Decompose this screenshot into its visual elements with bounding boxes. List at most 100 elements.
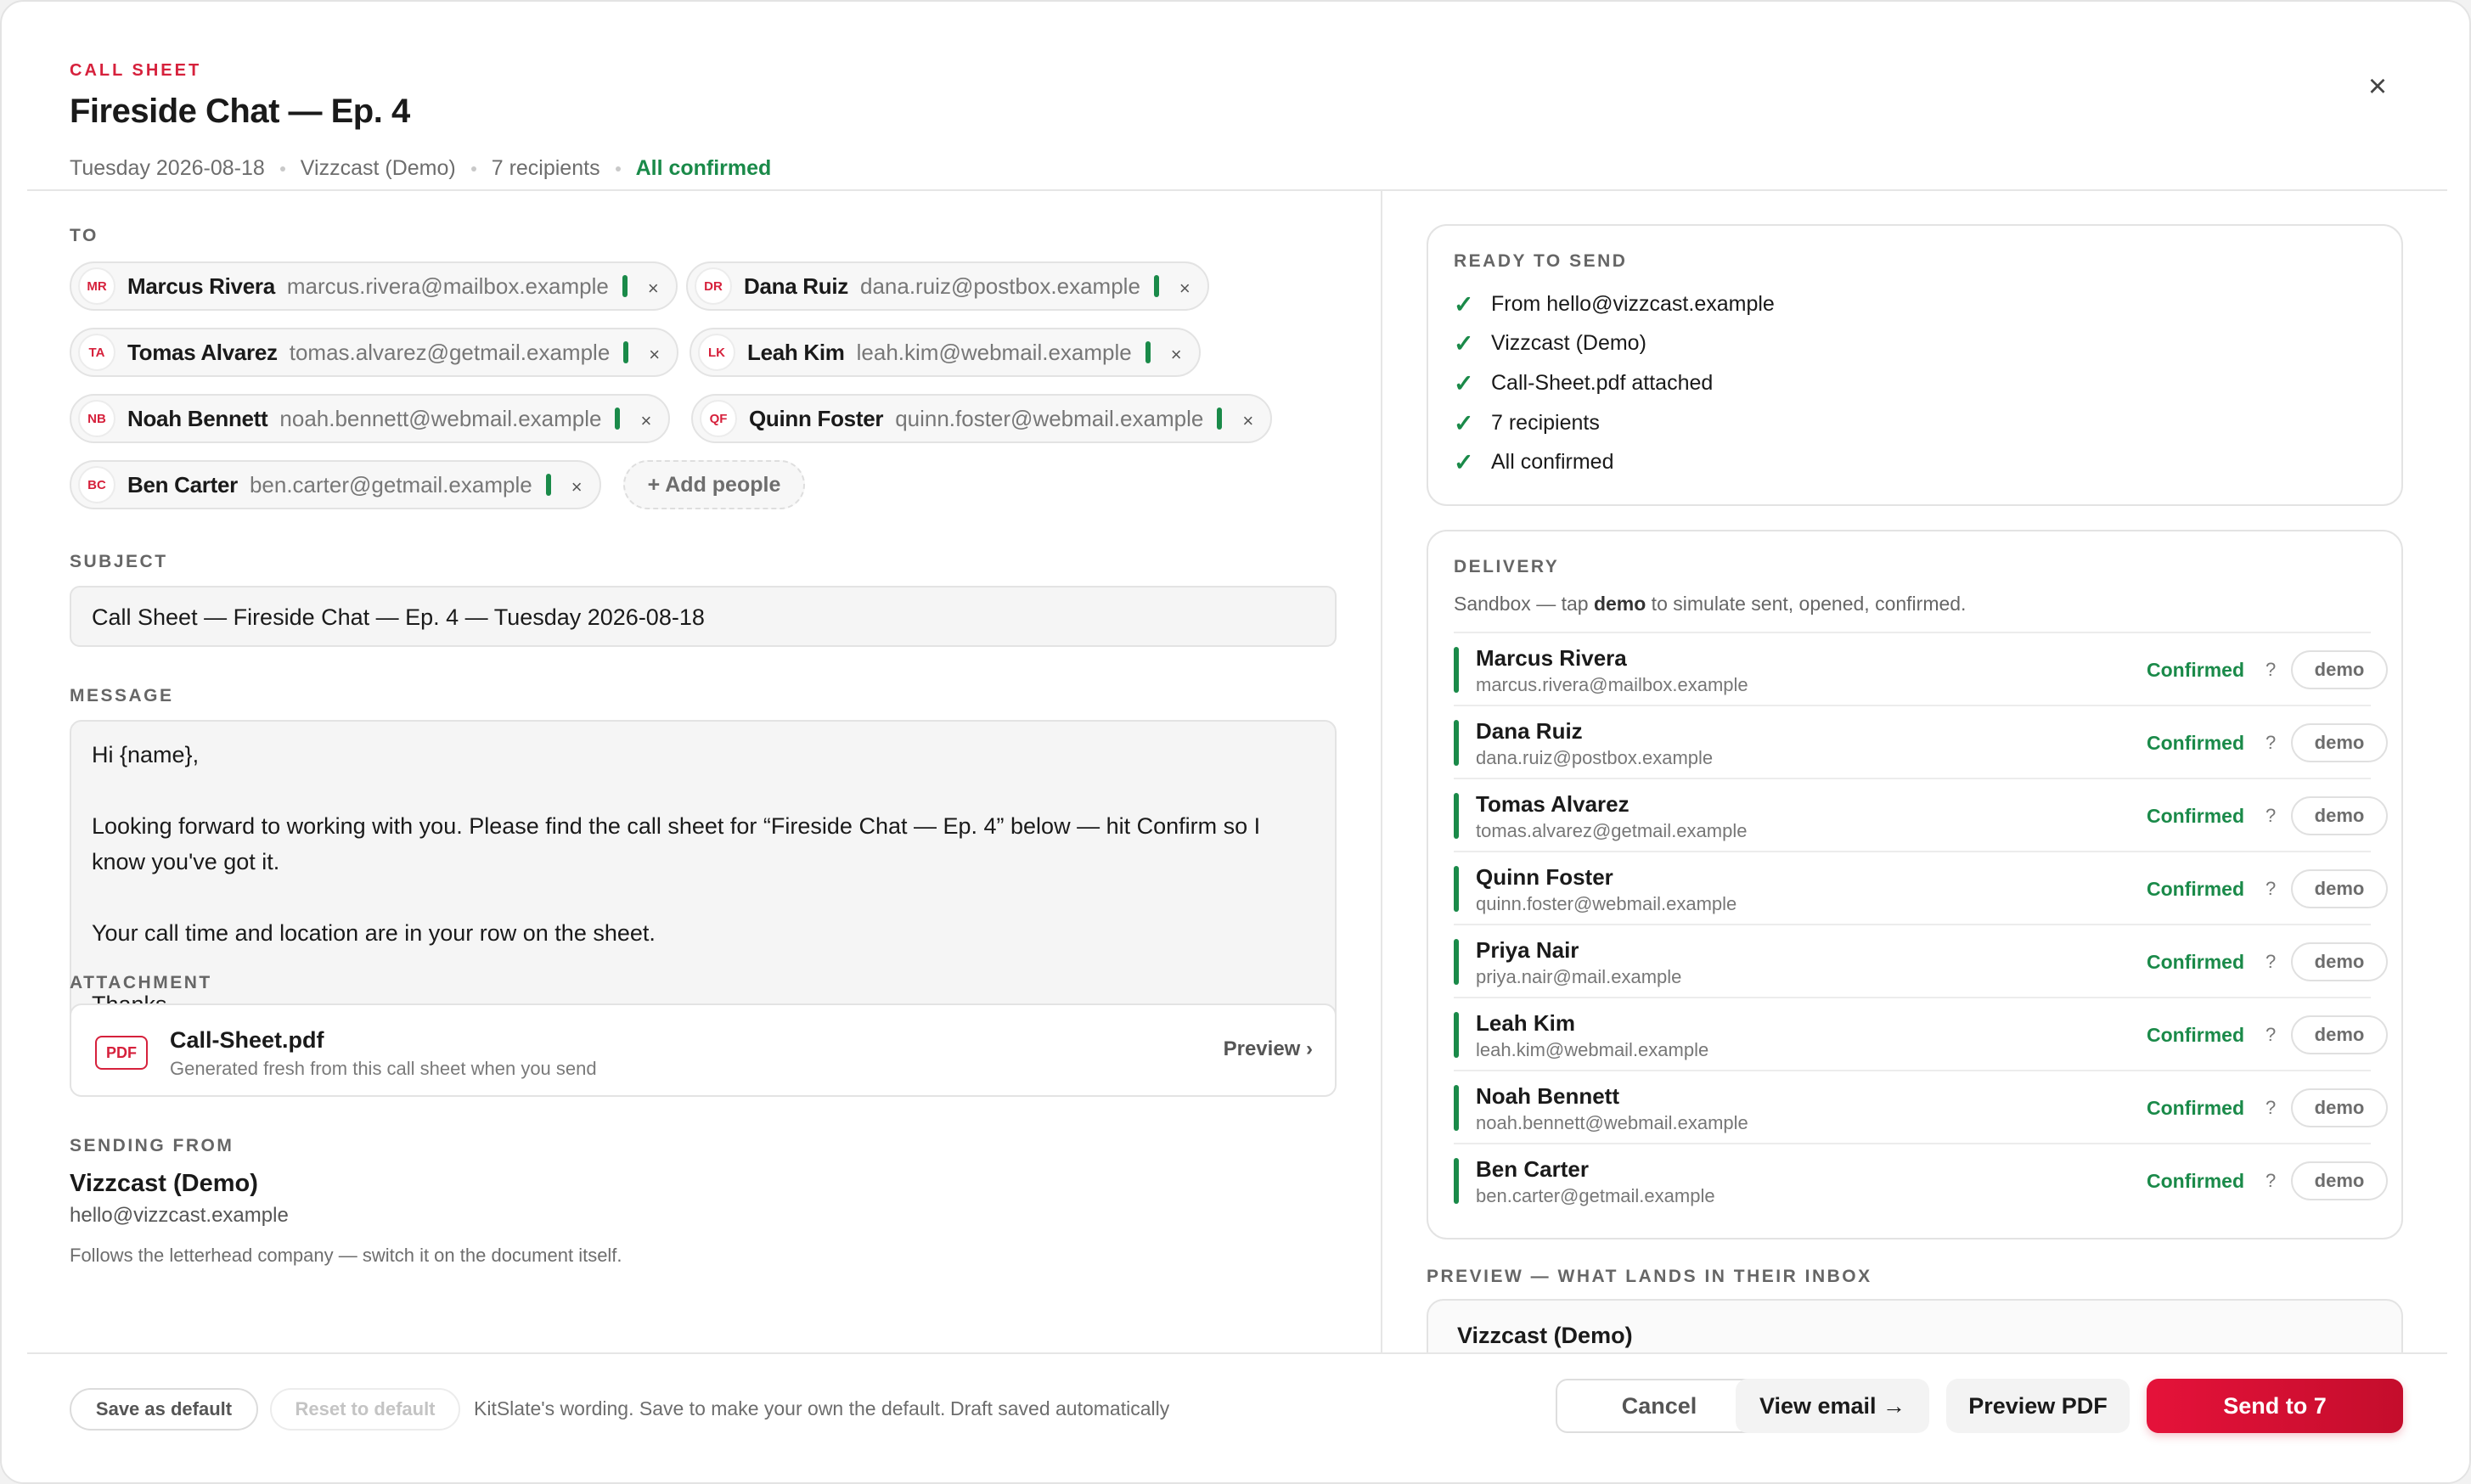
header-meta: Tuesday 2026-08-18 Vizzcast (Demo) 7 rec… (70, 156, 771, 181)
delivery-row: Marcus Rivera marcus.rivera@mailbox.exam… (1454, 632, 2388, 706)
delivery-recipient-email: quinn.foster@webmail.example (1476, 893, 1737, 914)
message-line: Hi {name}, (92, 742, 200, 767)
reset-to-default-button[interactable]: Reset to default (270, 1388, 460, 1431)
recipient-chip[interactable]: NB Noah Bennett noah.bennett@webmail.exa… (70, 394, 671, 443)
status-badge: Confirmed (2147, 732, 2244, 754)
check-icon: ✓ (1454, 330, 1474, 357)
demo-button[interactable]: demo (2291, 1161, 2388, 1200)
help-icon[interactable]: ? (2266, 951, 2276, 973)
help-icon[interactable]: ? (2266, 805, 2276, 827)
remove-recipient-icon[interactable]: × (1179, 279, 1190, 298)
attachment-preview-link[interactable]: Preview › (1224, 1037, 1313, 1061)
help-icon[interactable]: ? (2266, 878, 2276, 900)
delivery-row: Dana Ruiz dana.ruiz@postbox.example Conf… (1454, 705, 2388, 779)
meta-company: Vizzcast (Demo) (300, 156, 456, 180)
recipient-email: tomas.alvarez@getmail.example (289, 339, 611, 365)
help-icon[interactable]: ? (2266, 732, 2276, 754)
recipient-email: leah.kim@webmail.example (856, 339, 1132, 365)
check-icon: ✓ (1454, 291, 1474, 318)
status-badge: Confirmed (2147, 659, 2244, 681)
save-as-default-button[interactable]: Save as default (70, 1388, 258, 1431)
separator-dot (470, 166, 476, 171)
status-indicator (1454, 647, 1459, 693)
status-indicator (1454, 866, 1459, 912)
delivery-recipient-email: dana.ruiz@postbox.example (1476, 747, 1714, 768)
page-title: Fireside Chat — Ep. 4 (70, 93, 410, 130)
ready-item: ✓ All confirmed (1454, 448, 1614, 476)
status-indicator (1454, 793, 1459, 839)
add-people-button[interactable]: + Add people (623, 460, 805, 509)
recipient-chip[interactable]: DR Dana Ruiz dana.ruiz@postbox.example × (686, 261, 1209, 311)
recipient-name: Dana Ruiz (744, 273, 848, 299)
sender-email: hello@vizzcast.example (70, 1204, 289, 1227)
delivery-recipient-name: Dana Ruiz (1476, 718, 1583, 744)
recipient-name: Noah Bennett (127, 405, 268, 431)
delivery-recipient-email: priya.nair@mail.example (1476, 966, 1682, 987)
header-divider (27, 189, 2447, 191)
avatar: QF (700, 400, 737, 437)
send-button[interactable]: Send to 7 (2147, 1379, 2403, 1433)
help-icon[interactable]: ? (2266, 1170, 2276, 1192)
delivery-row: Leah Kim leah.kim@webmail.example Confir… (1454, 997, 2388, 1071)
ready-item: ✓ Call-Sheet.pdf attached (1454, 369, 1713, 397)
status-indicator (1454, 939, 1459, 985)
confirmed-indicator (615, 408, 621, 430)
sending-from-label: SENDING FROM (70, 1136, 234, 1155)
remove-recipient-icon[interactable]: × (1242, 412, 1253, 430)
preview-pdf-button[interactable]: Preview PDF (1946, 1379, 2130, 1433)
subject-input[interactable]: Call Sheet — Fireside Chat — Ep. 4 — Tue… (70, 586, 1337, 647)
delivery-recipient-email: leah.kim@webmail.example (1476, 1039, 1709, 1060)
recipient-email: marcus.rivera@mailbox.example (286, 273, 609, 299)
confirmed-indicator (545, 474, 551, 496)
help-icon[interactable]: ? (2266, 1024, 2276, 1046)
remove-recipient-icon[interactable]: × (649, 346, 660, 364)
status-badge: Confirmed (2147, 1097, 2244, 1119)
sender-name: Vizzcast (Demo) (70, 1170, 258, 1197)
view-email-button[interactable]: View email → (1736, 1379, 1929, 1433)
demo-button[interactable]: demo (2291, 1015, 2388, 1054)
recipient-name: Leah Kim (747, 339, 845, 365)
demo-button[interactable]: demo (2291, 942, 2388, 981)
recipient-chip[interactable]: BC Ben Carter ben.carter@getmail.example… (70, 460, 601, 509)
remove-recipient-icon[interactable]: × (640, 412, 651, 430)
demo-button[interactable]: demo (2291, 1088, 2388, 1127)
delivery-recipient-name: Tomas Alvarez (1476, 791, 1630, 817)
help-icon[interactable]: ? (2266, 659, 2276, 681)
draft-status: Draft saved automatically (950, 1397, 1170, 1419)
help-icon[interactable]: ? (2266, 1097, 2276, 1119)
ready-item: ✓ From hello@vizzcast.example (1454, 290, 1775, 318)
status-badge: Confirmed (2147, 878, 2244, 900)
recipient-chip[interactable]: LK Leah Kim leah.kim@webmail.example × (690, 328, 1201, 377)
recipient-chip[interactable]: TA Tomas Alvarez tomas.alvarez@getmail.e… (70, 328, 679, 377)
avatar: BC (78, 466, 115, 503)
recipient-chip[interactable]: MR Marcus Rivera marcus.rivera@mailbox.e… (70, 261, 678, 311)
delivery-note: Sandbox — tap demo to simulate sent, ope… (1454, 593, 1966, 616)
recipient-email: quinn.foster@webmail.example (895, 405, 1204, 431)
ready-item: ✓ 7 recipients (1454, 409, 1600, 437)
attachment-label: ATTACHMENT (70, 973, 212, 992)
delivery-recipient-name: Quinn Foster (1476, 864, 1613, 890)
demo-button[interactable]: demo (2291, 650, 2388, 689)
recipient-name: Ben Carter (127, 471, 238, 497)
demo-button[interactable]: demo (2291, 796, 2388, 835)
recipient-email: ben.carter@getmail.example (249, 471, 532, 497)
wording-note: KitSlate's wording. Save to make your ow… (474, 1397, 946, 1419)
delivery-recipient-name: Ben Carter (1476, 1156, 1589, 1182)
remove-recipient-icon[interactable]: × (1171, 346, 1182, 364)
to-label: TO (70, 226, 99, 245)
demo-button[interactable]: demo (2291, 723, 2388, 762)
message-textarea[interactable]: Hi {name}, Looking forward to working wi… (70, 720, 1337, 1026)
column-divider (1381, 191, 1382, 1352)
close-icon[interactable]: × (2362, 70, 2393, 103)
status-badge: Confirmed (2147, 805, 2244, 827)
demo-button[interactable]: demo (2291, 869, 2388, 908)
avatar: MR (78, 267, 115, 305)
status-badge: Confirmed (2147, 1170, 2244, 1192)
recipient-name: Tomas Alvarez (127, 339, 278, 365)
remove-recipient-icon[interactable]: × (571, 478, 583, 497)
cancel-button[interactable]: Cancel (1556, 1379, 1763, 1433)
recipient-chip[interactable]: QF Quinn Foster quinn.foster@webmail.exa… (691, 394, 1273, 443)
remove-recipient-icon[interactable]: × (648, 279, 659, 298)
separator-dot (279, 166, 285, 171)
attachment-card: PDF Call-Sheet.pdf Generated fresh from … (70, 1003, 1337, 1097)
